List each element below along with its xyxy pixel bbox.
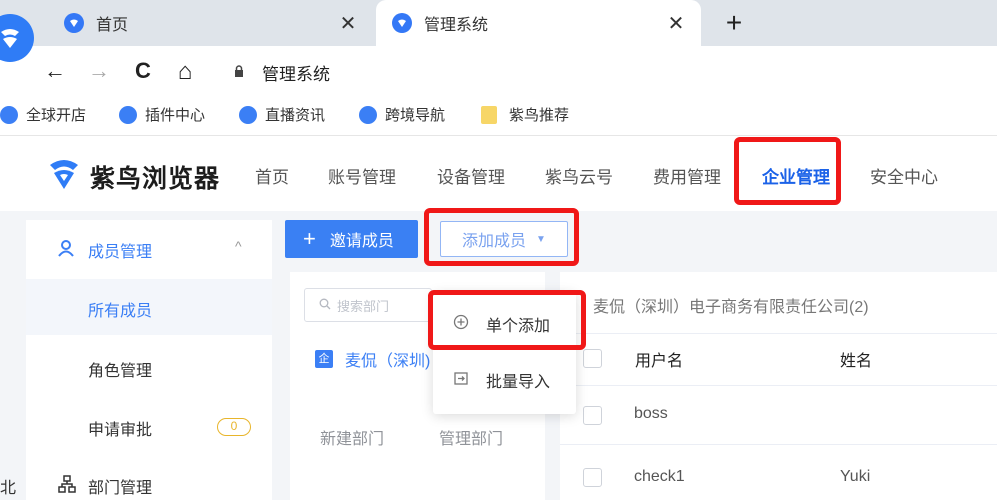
browser-icon [392,13,412,33]
enterprise-icon: 企 [315,350,333,368]
sidebar-group-label: 部门管理 [88,480,153,497]
folder-icon [481,105,497,124]
import-icon [452,370,470,390]
highlight-single-add [428,290,586,350]
search-icon [319,298,331,313]
nav-billing[interactable]: 费用管理 [653,163,721,188]
bookmark-crossborder-nav[interactable]: 跨境导航 [359,104,445,125]
highlight-add-member-button [424,208,579,266]
table-divider [560,333,997,334]
nav-accounts[interactable]: 账号管理 [328,163,396,188]
sidebar-group-departments[interactable]: 部门管理 [58,474,152,498]
browser-icon [239,105,257,124]
brand-logo-icon [46,157,82,196]
chevron-up-icon[interactable]: ^ [235,238,242,254]
lock-icon [233,64,245,77]
row-checkbox[interactable] [583,406,602,425]
menu-item-label: 批量导入 [486,374,551,391]
nav-cloud[interactable]: 紫鸟云号 [545,163,613,188]
bookmark-label: 紫鸟推荐 [509,107,570,124]
invite-member-label: 邀请成员 [329,233,394,250]
highlight-enterprise-nav [734,137,841,205]
browser-icon [119,105,137,124]
plus-icon: + [303,226,316,251]
sidebar-item-approvals[interactable]: 申请审批 [88,416,152,440]
browser-icon [64,13,84,33]
back-icon[interactable]: ← [42,58,68,84]
forward-icon[interactable]: → [86,58,112,84]
table-divider [560,444,997,445]
dept-search-input[interactable]: 搜索部门 [304,288,432,322]
bookmark-global-store[interactable]: 全球开店 [0,104,86,125]
company-title: 麦侃（深圳）电子商务有限责任公司(2) [593,299,869,316]
user-icon [58,239,76,262]
nav-home[interactable]: 首页 [255,163,289,188]
manage-department-link[interactable]: 管理部门 [439,425,503,449]
home-icon[interactable]: ⌂ [172,58,198,86]
close-icon[interactable]: ✕ [335,11,361,36]
table-cell-username: check1 [634,468,685,485]
dept-tree-root[interactable]: 企 麦侃（深圳) [315,347,430,371]
dept-tree-root-label: 麦侃（深圳) [345,353,431,370]
address-input[interactable]: 管理系统 [262,60,330,85]
left-edge-text: 北 [0,480,17,497]
new-department-link[interactable]: 新建部门 [320,425,384,449]
invite-member-button[interactable]: + 邀请成员 [285,220,418,258]
bookmark-recommend[interactable]: 紫鸟推荐 [481,104,569,125]
table-divider [560,385,997,386]
browser-icon [359,105,377,124]
reload-icon[interactable]: C [130,58,156,84]
org-chart-icon [58,474,76,498]
row-checkbox[interactable] [583,468,602,487]
select-all-checkbox[interactable] [583,349,602,368]
sidebar-group-label: 成员管理 [88,244,153,261]
menu-item-batch-import[interactable]: 批量导入 [452,368,550,392]
search-placeholder: 搜索部门 [337,298,390,314]
close-icon[interactable]: ✕ [663,11,689,36]
bookmark-label: 插件中心 [145,107,206,124]
tab-label: 管理系统 [424,17,489,34]
bookmark-label: 直播资讯 [265,107,326,124]
bookmark-label: 全球开店 [26,107,87,124]
approval-count-badge: 0 [217,418,251,436]
table-cell-username: boss [634,405,668,422]
bookmark-label: 跨境导航 [385,107,446,124]
table-cell-name: Yuki [840,468,871,485]
column-header-name[interactable]: 姓名 [840,347,872,371]
bookmark-plugin-center[interactable]: 插件中心 [119,104,205,125]
tab-home[interactable]: 首页 ✕ [48,0,373,46]
nav-security[interactable]: 安全中心 [870,163,938,188]
sidebar-item-all-members[interactable]: 所有成员 [88,297,152,321]
bookmark-live-news[interactable]: 直播资讯 [239,104,325,125]
tab-label: 首页 [96,17,129,34]
sidebar-item-roles[interactable]: 角色管理 [88,357,152,381]
brand-name: 紫鸟浏览器 [90,164,221,193]
sidebar-group-members[interactable]: 成员管理 [58,238,152,262]
column-header-username[interactable]: 用户名 [635,347,683,371]
browser-icon [0,105,18,124]
nav-devices[interactable]: 设备管理 [437,163,505,188]
tab-management-system[interactable]: 管理系统 ✕ [376,0,701,46]
new-tab-button[interactable]: + [720,8,748,38]
brand[interactable]: 紫鸟浏览器 [46,157,220,196]
